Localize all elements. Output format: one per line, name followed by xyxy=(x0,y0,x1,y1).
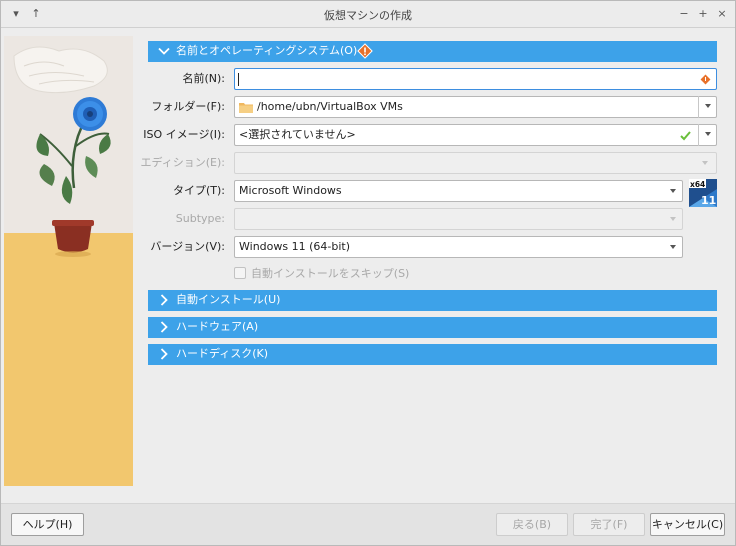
section-hardware-label: ハードウェア(A) xyxy=(176,320,259,333)
chevron-down-icon xyxy=(158,47,170,55)
section-hard-disk[interactable]: ハードディスク(K) xyxy=(148,344,717,365)
section-unattended[interactable]: 自動インストール(U) xyxy=(148,290,717,311)
folder-select[interactable]: /home/ubn/VirtualBox VMs xyxy=(234,96,717,118)
text-caret xyxy=(238,73,239,86)
type-select[interactable]: Microsoft Windows xyxy=(234,180,683,202)
name-label: 名前(N): xyxy=(182,72,225,85)
version-select[interactable]: Windows 11 (64-bit) xyxy=(234,236,683,258)
chevron-down-icon xyxy=(702,161,708,165)
section-hard-disk-label: ハードディスク(K) xyxy=(176,347,269,360)
help-button[interactable]: ヘルプ(H) xyxy=(11,513,84,536)
version-label: バージョン(V): xyxy=(150,240,225,253)
window-title: 仮想マシンの作成 xyxy=(324,9,412,22)
section-name-os-label: 名前とオペレーティングシステム(O) xyxy=(176,44,358,57)
folder-dropdown-button[interactable] xyxy=(698,96,717,118)
check-icon xyxy=(680,131,691,141)
skip-unattended-checkbox xyxy=(234,267,246,279)
title-bar: ▾ ↑ 仮想マシンの作成 − + × xyxy=(1,1,735,28)
create-vm-dialog: ▾ ↑ 仮想マシンの作成 − + × 名前とオペレーティングシステム(O) 名前… xyxy=(0,0,736,546)
windows-11-x64-icon: x64 11 xyxy=(689,179,717,207)
iso-dropdown-button[interactable] xyxy=(698,124,717,146)
chevron-down-icon xyxy=(705,104,711,108)
iso-select[interactable]: <選択されていません> xyxy=(234,124,717,146)
minimize-icon[interactable]: − xyxy=(677,6,691,22)
subtype-select xyxy=(234,208,683,230)
iso-label: ISO イメージ(I): xyxy=(143,128,225,141)
close-icon[interactable]: × xyxy=(715,6,729,22)
edition-label: エディション(E): xyxy=(140,156,225,169)
chevron-down-icon xyxy=(670,245,676,249)
dialog-footer: ヘルプ(H) 戻る(B) 完了(F) キャンセル(C) xyxy=(1,503,735,545)
skip-unattended-label: 自動インストールをスキップ(S) xyxy=(251,267,410,280)
warning-icon xyxy=(357,43,373,59)
chevron-down-icon xyxy=(670,189,676,193)
chevron-right-icon xyxy=(160,294,168,306)
cancel-button[interactable]: キャンセル(C) xyxy=(650,513,725,536)
chevron-right-icon xyxy=(160,348,168,360)
section-unattended-label: 自動インストール(U) xyxy=(176,293,281,306)
type-label: タイプ(T): xyxy=(172,184,225,197)
wizard-illustration xyxy=(4,36,133,486)
os-arch-text: x64 xyxy=(690,180,705,189)
back-button: 戻る(B) xyxy=(496,513,568,536)
edition-select xyxy=(234,152,717,174)
name-input[interactable] xyxy=(234,68,717,90)
maximize-icon[interactable]: + xyxy=(696,6,710,22)
subtype-label: Subtype: xyxy=(175,212,225,225)
chevron-down-icon xyxy=(670,217,676,221)
folder-icon xyxy=(239,103,253,113)
chevron-down-icon xyxy=(705,132,711,136)
finish-button: 完了(F) xyxy=(573,513,645,536)
section-hardware[interactable]: ハードウェア(A) xyxy=(148,317,717,338)
warning-icon xyxy=(700,74,711,85)
section-name-os[interactable]: 名前とオペレーティングシステム(O) xyxy=(148,41,717,62)
folder-label: フォルダー(F): xyxy=(151,100,225,113)
os-version-text: 11 xyxy=(701,194,716,207)
chevron-right-icon xyxy=(160,321,168,333)
version-value: Windows 11 (64-bit) xyxy=(239,240,350,253)
folder-value: /home/ubn/VirtualBox VMs xyxy=(257,100,403,113)
type-value: Microsoft Windows xyxy=(239,184,342,197)
iso-value: <選択されていません> xyxy=(239,128,356,141)
